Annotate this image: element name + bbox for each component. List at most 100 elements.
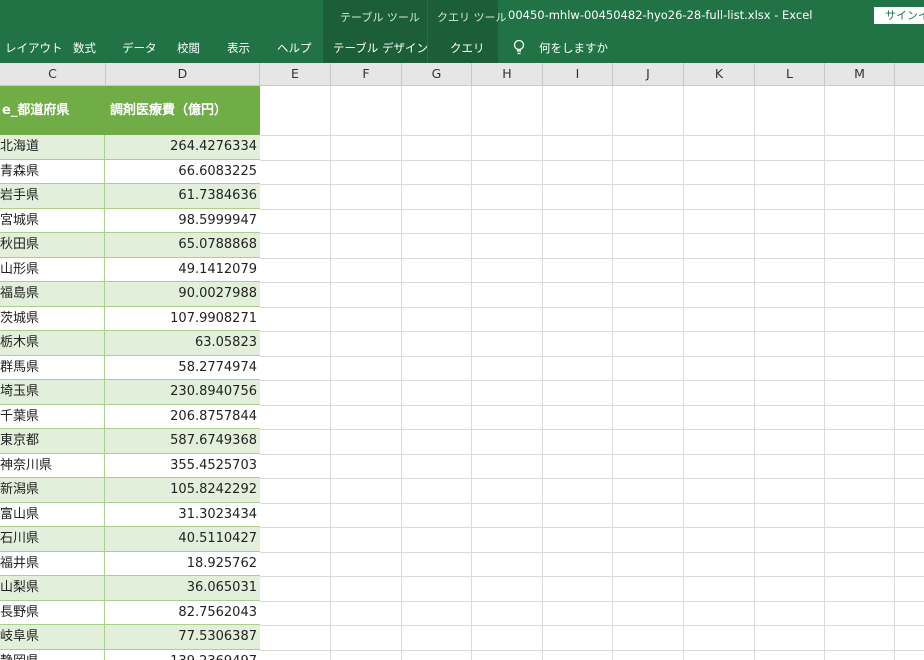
column-header-m[interactable]: M [825, 63, 895, 85]
grid-line [260, 135, 924, 136]
prefecture-cell[interactable]: 山形県 [0, 257, 105, 282]
table-row[interactable]: 石川県 40.5110427 [0, 527, 260, 552]
table-row[interactable]: 宮城県 98.5999947 [0, 208, 260, 233]
table-header-prefecture[interactable]: e_都道府県 [2, 86, 69, 135]
table-row[interactable]: 群馬県 58.2774974 [0, 355, 260, 380]
dispensing-cost-cell[interactable]: 65.0788868 [106, 233, 257, 257]
table-row[interactable]: 北海道 264.4276334 [0, 135, 260, 160]
column-header-c[interactable]: C [0, 63, 106, 85]
prefecture-cell[interactable]: 宮城県 [0, 208, 105, 233]
table-row[interactable]: 青森県 66.6083225 [0, 159, 260, 184]
dispensing-cost-cell[interactable]: 58.2774974 [106, 356, 257, 380]
prefecture-cell[interactable]: 東京都 [0, 429, 105, 453]
grid-line [260, 429, 924, 430]
prefecture-cell[interactable]: 茨城県 [0, 306, 105, 331]
prefecture-cell[interactable]: 岐阜県 [0, 625, 105, 649]
grid-line [330, 86, 331, 660]
column-header-h[interactable]: H [472, 63, 543, 85]
context-table-tools-label: テーブル ツール [340, 11, 420, 24]
prefecture-cell[interactable]: 富山県 [0, 502, 105, 527]
column-header-row: C D E F G H I J K L M [0, 63, 924, 86]
grid-line [260, 331, 924, 332]
dispensing-cost-cell[interactable]: 587.6749368 [106, 429, 257, 453]
prefecture-cell[interactable]: 北海道 [0, 135, 105, 159]
prefecture-cell[interactable]: 千葉県 [0, 404, 105, 429]
grid-line [260, 478, 924, 479]
prefecture-cell[interactable]: 岩手県 [0, 184, 105, 208]
column-header-g[interactable]: G [402, 63, 472, 85]
table-row[interactable]: 山梨県 36.065031 [0, 576, 260, 601]
prefecture-cell[interactable]: 山梨県 [0, 576, 105, 600]
dispensing-cost-cell[interactable]: 36.065031 [106, 576, 257, 600]
column-header-l[interactable]: L [755, 63, 825, 85]
prefecture-cell[interactable]: 埼玉県 [0, 380, 105, 404]
tab-query[interactable]: クエリ [450, 40, 485, 56]
prefecture-cell[interactable]: 群馬県 [0, 355, 105, 380]
tab-formulas[interactable]: 数式 [73, 40, 96, 56]
dispensing-cost-cell[interactable]: 63.05823 [106, 331, 257, 355]
dispensing-cost-cell[interactable]: 66.6083225 [106, 160, 257, 184]
tell-me-search[interactable]: 何をしますか [539, 40, 608, 56]
dispensing-cost-cell[interactable]: 355.4525703 [106, 454, 257, 478]
dispensing-cost-cell[interactable]: 105.8242292 [106, 478, 257, 502]
grid-line [683, 86, 684, 660]
table-row[interactable]: 新潟県 105.8242292 [0, 478, 260, 503]
dispensing-cost-cell[interactable]: 61.7384636 [106, 184, 257, 208]
grid-line [260, 502, 924, 504]
table-row[interactable]: 岩手県 61.7384636 [0, 184, 260, 209]
dispensing-cost-cell[interactable]: 98.5999947 [106, 209, 257, 233]
table-row[interactable]: 福島県 90.0027988 [0, 282, 260, 307]
prefecture-cell[interactable]: 新潟県 [0, 478, 105, 502]
tab-layout[interactable]: レイアウト [5, 40, 63, 56]
dispensing-cost-cell[interactable]: 264.4276334 [106, 135, 257, 159]
table-row[interactable]: 東京都 587.6749368 [0, 429, 260, 454]
prefecture-cell[interactable]: 栃木県 [0, 331, 105, 355]
table-row[interactable]: 秋田県 65.0788868 [0, 233, 260, 258]
table-row[interactable]: 神奈川県 355.4525703 [0, 453, 260, 478]
table-row[interactable]: 富山県 31.3023434 [0, 502, 260, 527]
dispensing-cost-cell[interactable]: 77.5306387 [106, 625, 257, 649]
table-row[interactable]: 茨城県 107.9908271 [0, 306, 260, 331]
prefecture-cell[interactable]: 神奈川県 [0, 453, 105, 478]
dispensing-cost-cell[interactable]: 40.5110427 [106, 527, 257, 551]
table-header-dispensing-cost[interactable]: 調剤医療費（億円） [110, 86, 227, 135]
dispensing-cost-cell[interactable]: 49.1412079 [106, 258, 257, 282]
signin-button[interactable]: サインイン [874, 7, 924, 24]
lightbulb-icon[interactable] [510, 38, 528, 56]
column-header-j[interactable]: J [613, 63, 684, 85]
prefecture-cell[interactable]: 石川県 [0, 527, 105, 551]
dispensing-cost-cell[interactable]: 90.0027988 [106, 282, 257, 306]
dispensing-cost-cell[interactable]: 31.3023434 [106, 503, 257, 527]
dispensing-cost-cell[interactable]: 230.8940756 [106, 380, 257, 404]
dispensing-cost-cell[interactable]: 82.7562043 [106, 601, 257, 625]
tab-view[interactable]: 表示 [227, 40, 250, 56]
table-row[interactable]: 長野県 82.7562043 [0, 600, 260, 625]
column-header-e[interactable]: E [260, 63, 331, 85]
table-row[interactable]: 福井県 18.925762 [0, 551, 260, 576]
dispensing-cost-cell[interactable]: 18.925762 [106, 552, 257, 576]
column-header-f[interactable]: F [331, 63, 402, 85]
dispensing-cost-cell[interactable]: 206.8757844 [106, 405, 257, 429]
prefecture-cell[interactable]: 長野県 [0, 600, 105, 625]
column-header-i[interactable]: I [543, 63, 613, 85]
table-row[interactable]: 栃木県 63.05823 [0, 331, 260, 356]
prefecture-cell[interactable]: 静岡県 [0, 649, 105, 660]
column-header-d[interactable]: D [106, 63, 260, 85]
tab-help[interactable]: ヘルプ [277, 40, 312, 56]
tab-data[interactable]: データ [122, 40, 157, 56]
prefecture-cell[interactable]: 秋田県 [0, 233, 105, 257]
table-row[interactable]: 千葉県 206.8757844 [0, 404, 260, 429]
prefecture-cell[interactable]: 青森県 [0, 159, 105, 184]
dispensing-cost-cell[interactable]: 107.9908271 [106, 307, 257, 331]
prefecture-cell[interactable]: 福島県 [0, 282, 105, 306]
prefecture-cell[interactable]: 福井県 [0, 551, 105, 576]
table-row[interactable]: 岐阜県 77.5306387 [0, 625, 260, 650]
table-row[interactable]: 静岡県139.2369497 [0, 649, 260, 660]
tab-table-design[interactable]: テーブル デザイン [333, 40, 428, 56]
table-row[interactable]: 山形県 49.1412079 [0, 257, 260, 282]
dispensing-cost-cell[interactable]: 139.2369497 [106, 650, 257, 660]
table-row[interactable]: 埼玉県 230.8940756 [0, 380, 260, 405]
tab-review[interactable]: 校閲 [177, 40, 200, 56]
grid-line [260, 649, 924, 651]
column-header-k[interactable]: K [684, 63, 755, 85]
